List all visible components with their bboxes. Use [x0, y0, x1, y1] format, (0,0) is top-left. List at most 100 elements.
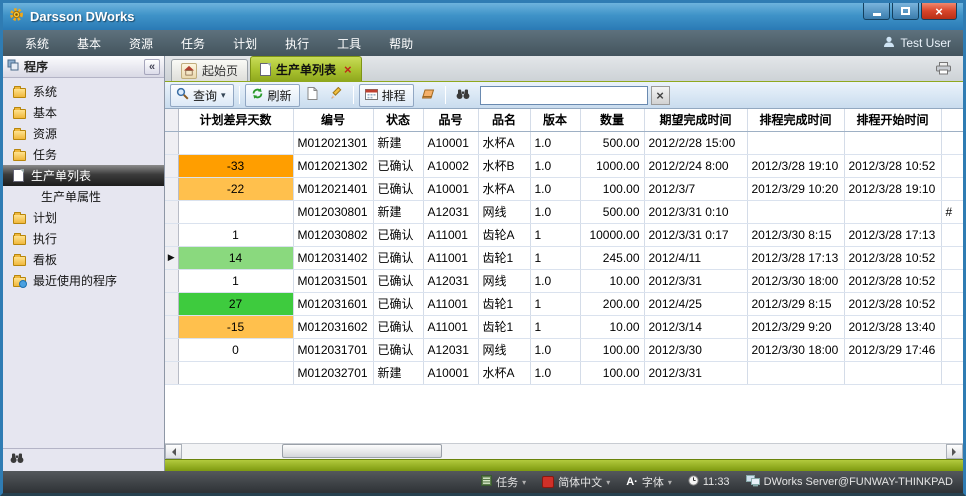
cell-qty: 1000.00	[580, 154, 644, 177]
column-header-version[interactable]: 版本	[530, 109, 580, 131]
schedule-button[interactable]: 排程	[359, 84, 414, 107]
find-button[interactable]	[451, 85, 475, 106]
table-row[interactable]: -33M012021302已确认A10002水杯B1.01000.002012/…	[165, 154, 963, 177]
column-header-diff[interactable]: 计划差异天数	[178, 109, 293, 131]
table-row[interactable]: 27M012031601已确认A11001齿轮11200.002012/4/25…	[165, 292, 963, 315]
status-server[interactable]: DWorks Server@FUNWAY-THINKPAD	[746, 475, 953, 490]
sidebar-item[interactable]: 最近使用的程序	[3, 270, 164, 291]
cell-status: 已确认	[373, 338, 423, 361]
column-header-sched_start[interactable]: 排程开始时间	[844, 109, 941, 131]
user-icon	[883, 36, 895, 51]
printer-icon[interactable]	[936, 62, 951, 75]
menu-item[interactable]: 帮助	[375, 31, 427, 56]
folder-icon	[13, 151, 26, 161]
scrollbar-thumb[interactable]	[282, 444, 442, 458]
row-indicator	[165, 315, 178, 338]
chevron-down-icon: ▾	[221, 90, 226, 101]
column-header-part_name[interactable]: 品名	[478, 109, 530, 131]
menu-item[interactable]: 任务	[167, 31, 219, 56]
user-indicator[interactable]: Test User	[883, 36, 955, 51]
cell-extra: #	[941, 200, 963, 223]
status-font[interactable]: A 字体 ▾	[626, 474, 672, 490]
cell-due: 2012/3/31 0:17	[644, 223, 747, 246]
table-row[interactable]: ▶14M012031402已确认A11001齿轮11245.002012/4/1…	[165, 246, 963, 269]
cell-code: M012032701	[293, 361, 373, 384]
recent-folder-icon	[13, 277, 26, 287]
tab-orders[interactable]: 生产单列表 ×	[250, 56, 362, 81]
menu-item[interactable]: 工具	[323, 31, 375, 56]
sidebar-filter-input[interactable]	[30, 451, 185, 469]
close-button[interactable]: ×	[921, 3, 957, 20]
column-header-code[interactable]: 编号	[293, 109, 373, 131]
close-tab-icon[interactable]: ×	[344, 63, 352, 76]
scrollbar-track[interactable]	[182, 444, 946, 459]
new-button[interactable]	[302, 84, 323, 106]
cell-due: 2012/3/31	[644, 269, 747, 292]
toolbar-search-input[interactable]	[480, 86, 648, 105]
sidebar-item[interactable]: 基本	[3, 102, 164, 123]
sidebar-item-label: 看板	[33, 251, 57, 268]
row-indicator	[165, 361, 178, 384]
refresh-button[interactable]: 刷新	[245, 84, 300, 107]
table-row[interactable]: M012032701新建A10001水杯A1.0100.002012/3/31	[165, 361, 963, 384]
column-header-qty[interactable]: 数量	[580, 109, 644, 131]
cell-sched_end: 2012/3/30 18:00	[747, 269, 844, 292]
sidebar-item[interactable]: 看板	[3, 249, 164, 270]
folder-icon	[13, 235, 26, 245]
clear-schedule-button[interactable]	[416, 85, 440, 105]
column-header-part_no[interactable]: 品号	[423, 109, 478, 131]
programs-icon	[7, 59, 19, 74]
collapse-sidebar-button[interactable]: «	[144, 59, 160, 75]
menu-item[interactable]: 系统	[11, 31, 63, 56]
status-task[interactable]: 任务 ▾	[481, 474, 526, 490]
table-row[interactable]: 0M012031701已确认A12031网线1.0100.002012/3/30…	[165, 338, 963, 361]
cell-extra	[941, 246, 963, 269]
cell-part_no: A11001	[423, 292, 478, 315]
cell-version: 1.0	[530, 200, 580, 223]
status-task-label: 任务	[496, 474, 518, 490]
cell-part_no: A10001	[423, 131, 478, 154]
menu-item[interactable]: 执行	[271, 31, 323, 56]
folder-icon	[13, 88, 26, 98]
cell-status: 已确认	[373, 292, 423, 315]
table-row[interactable]: 1M012030802已确认A11001齿轮A110000.002012/3/3…	[165, 223, 963, 246]
title-bar[interactable]: Darsson DWorks ×	[3, 3, 963, 30]
cell-part_no: A11001	[423, 246, 478, 269]
column-header-due[interactable]: 期望完成时间	[644, 109, 747, 131]
maximize-button[interactable]	[892, 3, 919, 20]
table-row[interactable]: M012030801新建A12031网线1.0500.002012/3/31 0…	[165, 200, 963, 223]
cell-qty: 10.00	[580, 269, 644, 292]
horizontal-scrollbar[interactable]	[165, 443, 963, 459]
cell-diff: -15	[178, 315, 293, 338]
cell-part_no: A10001	[423, 361, 478, 384]
status-language[interactable]: 简体中文 ▾	[542, 474, 610, 490]
sidebar-item[interactable]: 资源	[3, 123, 164, 144]
table-row[interactable]: M012021301新建A10001水杯A1.0500.002012/2/28 …	[165, 131, 963, 154]
sidebar-item[interactable]: 执行	[3, 228, 164, 249]
table-row[interactable]: -15M012031602已确认A11001齿轮1110.002012/3/14…	[165, 315, 963, 338]
column-header-sched_end[interactable]: 排程完成时间	[747, 109, 844, 131]
sidebar-item[interactable]: 任务	[3, 144, 164, 165]
menu-item[interactable]: 资源	[115, 31, 167, 56]
scroll-right-button[interactable]	[946, 444, 963, 459]
menu-item[interactable]: 计划	[219, 31, 271, 56]
sidebar-item[interactable]: 生产单属性	[3, 186, 164, 207]
sidebar-item[interactable]: 计划	[3, 207, 164, 228]
sidebar-item[interactable]: 生产单列表	[3, 165, 164, 186]
sidebar-item[interactable]: 系统	[3, 81, 164, 102]
column-header-extra[interactable]	[941, 109, 963, 131]
table-row[interactable]: -22M012021401已确认A10001水杯A1.0100.002012/3…	[165, 177, 963, 200]
minimize-button[interactable]	[863, 3, 890, 20]
chevron-down-icon: ▾	[606, 478, 610, 487]
content-area: 程序 « 系统基本资源任务生产单列表生产单属性计划执行看板最近使用的程序 ×	[3, 56, 963, 471]
edit-button[interactable]	[325, 84, 348, 106]
tab-home[interactable]: 起始页	[171, 59, 248, 81]
query-button[interactable]: 查询 ▾	[170, 84, 234, 107]
scroll-left-button[interactable]	[165, 444, 182, 459]
column-header-status[interactable]: 状态	[373, 109, 423, 131]
cell-status: 已确认	[373, 246, 423, 269]
table-row[interactable]: 1M012031501已确认A12031网线1.010.002012/3/312…	[165, 269, 963, 292]
cell-part_name: 水杯B	[478, 154, 530, 177]
menu-item[interactable]: 基本	[63, 31, 115, 56]
clear-search-button[interactable]: ×	[651, 86, 670, 105]
